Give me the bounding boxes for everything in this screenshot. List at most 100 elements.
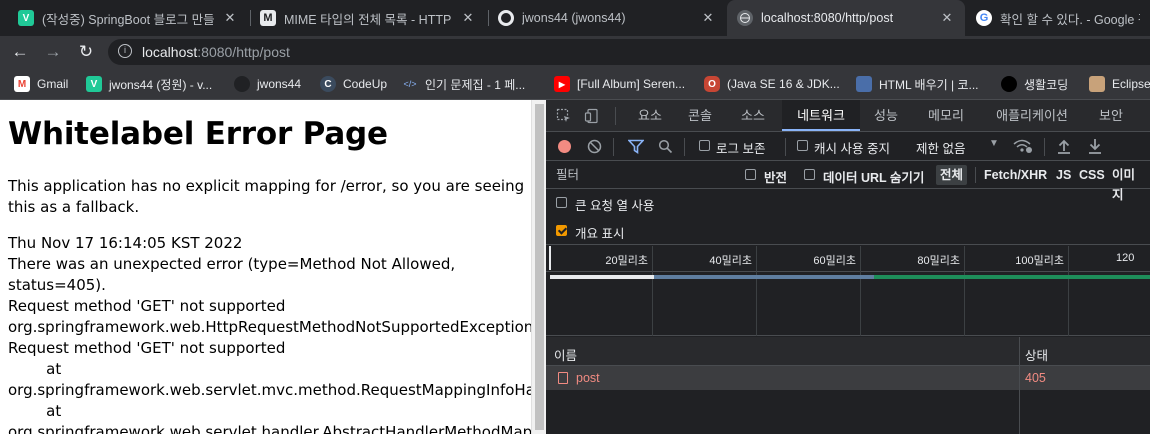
bookmark-programmers[interactable]: </> 인기 문제집 - 1 페... (402, 76, 525, 92)
circle-icon (1001, 76, 1017, 92)
close-icon[interactable]: ✕ (460, 10, 476, 26)
import-har-icon[interactable] (1057, 138, 1071, 157)
close-icon[interactable]: ✕ (700, 10, 716, 26)
velog-icon: V (86, 76, 102, 92)
device-toolbar-icon[interactable] (584, 108, 600, 127)
show-overview-checkbox[interactable] (556, 225, 567, 236)
devtools-panel: 요소 콘솔 소스 네트워크 성능 메모리 애플리케이션 보안 로그 보존 캐시 … (546, 100, 1150, 434)
tab-title: MIME 타입의 전체 목록 - HTTP (284, 12, 452, 27)
bookmark-eclipse[interactable]: Eclipse (1089, 76, 1150, 92)
tab-network[interactable]: 네트워크 (782, 100, 860, 131)
browser-toolbar: ← → ↻ i localhost:8080/http/post (0, 36, 1150, 68)
stacktrace-line: Request method 'GET' not supported (8, 339, 286, 357)
stacktrace-line: org.springframework.web.HttpRequestMetho… (8, 318, 531, 336)
forward-arrow-icon[interactable]: → (41, 40, 65, 64)
bookmark-youtube[interactable]: ▶ [Full Album] Seren... (554, 76, 685, 92)
tick-label: 80밀리초 (917, 255, 960, 267)
throttle-select[interactable]: 제한 없음 (916, 138, 965, 157)
address-bar[interactable]: i localhost:8080/http/post (108, 39, 1150, 65)
stacktrace-line: org.springframework.web.servlet.mvc.meth… (8, 381, 531, 399)
search-icon[interactable] (658, 139, 673, 157)
url-text: localhost:8080/http/post (142, 44, 290, 60)
scrollbar-thumb[interactable] (535, 104, 544, 430)
bookmark-gmail[interactable]: M Gmail (14, 76, 68, 92)
tab-title: jwons44 (jwons44) (522, 11, 626, 25)
preserve-log-label: 로그 보존 (716, 142, 766, 156)
timing-bar-download (874, 275, 1150, 279)
tab-sources[interactable]: 소스 (726, 100, 780, 131)
filter-all[interactable]: 전체 (936, 165, 968, 185)
big-request-rows-label: 큰 요청 열 사용 (575, 199, 655, 213)
tab-security[interactable]: 보안 (1086, 100, 1136, 131)
tab-title: (작성중) SpringBoot 블로그 만들 (42, 12, 215, 27)
close-icon[interactable]: ✕ (939, 10, 955, 26)
page-title: Whitelabel Error Page (8, 116, 388, 152)
filter-bar: 반전 데이터 URL 숨기기 전체 Fetch/XHR JS CSS 이미지 (546, 161, 1150, 202)
filter-fetch-xhr[interactable]: Fetch/XHR (980, 165, 1051, 185)
column-name-header[interactable]: 이름 (554, 345, 577, 364)
bookmark-label: jwons44 (정원) - v... (109, 77, 213, 92)
bookmark-opentutorials[interactable]: 생활코딩 (1001, 76, 1068, 92)
close-icon[interactable]: ✕ (222, 10, 238, 26)
filter-icon[interactable] (627, 139, 645, 157)
chevron-down-icon[interactable]: ▼ (989, 138, 999, 149)
request-name: post (576, 371, 600, 385)
tab-elements[interactable]: 요소 (626, 100, 674, 131)
browser-tab-2[interactable]: M MIME 타입의 전체 목록 - HTTP ✕ (250, 0, 486, 36)
bookmark-github[interactable]: jwons44 (234, 76, 301, 92)
inspect-element-icon[interactable] (556, 108, 572, 127)
options-row-big-rows: 큰 요청 열 사용 (546, 189, 1150, 217)
filter-css[interactable]: CSS (1075, 165, 1109, 185)
bookmark-velog[interactable]: V jwons44 (정원) - v... (86, 76, 212, 92)
stacktrace-line: at (8, 402, 62, 420)
network-conditions-icon[interactable] (1013, 138, 1033, 157)
bookmark-codeup[interactable]: C CodeUp (320, 76, 387, 92)
browser-tab-1[interactable]: V (작성중) SpringBoot 블로그 만들 ✕ (8, 0, 248, 36)
error-text: status=405). (8, 276, 106, 294)
page-viewport: Whitelabel Error Page This application h… (0, 100, 531, 434)
hide-data-urls-checkbox[interactable] (804, 169, 815, 180)
url-host: localhost (142, 44, 198, 60)
bookmark-oracle[interactable]: O (Java SE 16 & JDK... (704, 76, 840, 92)
tick-label: 20밀리초 (605, 255, 648, 267)
stacktrace-line: at (8, 360, 62, 378)
page-scrollbar[interactable] (531, 100, 546, 434)
disable-cache-label: 캐시 사용 중지 (814, 142, 890, 156)
tab-console[interactable]: 콘솔 (676, 100, 724, 131)
tab-performance[interactable]: 성능 (862, 100, 910, 131)
filter-input[interactable] (550, 165, 732, 185)
request-row[interactable]: post 405 (546, 366, 1150, 390)
browser-tab-4-active[interactable]: localhost:8080/http/post ✕ (727, 0, 965, 36)
info-icon[interactable]: i (118, 44, 132, 58)
filter-js[interactable]: JS (1052, 165, 1075, 185)
reload-icon[interactable]: ↻ (74, 40, 98, 64)
column-status-header[interactable]: 상태 (1025, 345, 1048, 364)
tab-application[interactable]: 애플리케이션 (982, 100, 1082, 131)
timing-bar-queue (550, 275, 654, 279)
big-request-rows-checkbox[interactable] (556, 197, 567, 208)
devtools-tabbar: 요소 콘솔 소스 네트워크 성능 메모리 애플리케이션 보안 (546, 100, 1150, 132)
tab-strip: V (작성중) SpringBoot 블로그 만들 ✕ M MIME 타입의 전… (0, 0, 1150, 36)
gmail-icon: M (14, 76, 30, 92)
invert-checkbox[interactable] (745, 169, 756, 180)
record-icon[interactable] (558, 140, 571, 153)
browser-tab-5[interactable]: G 확인 할 수 있다. - Google 검 (966, 0, 1150, 36)
export-har-icon[interactable] (1088, 138, 1102, 157)
preserve-log-checkbox[interactable] (699, 140, 710, 151)
document-icon (558, 372, 568, 384)
column-divider[interactable] (1019, 337, 1020, 434)
url-path: :8080/http/post (197, 44, 290, 60)
browser-tab-3[interactable]: jwons44 (jwons44) ✕ (488, 0, 726, 36)
mdn-icon: M (260, 10, 276, 26)
request-status: 405 (1025, 371, 1046, 385)
avatar-icon (1089, 76, 1105, 92)
clear-icon[interactable] (587, 139, 602, 157)
back-arrow-icon[interactable]: ← (8, 40, 32, 64)
page-icon (856, 76, 872, 92)
github-icon (234, 76, 250, 92)
disable-cache-checkbox[interactable] (797, 140, 808, 151)
filter-img[interactable]: 이미지 (1108, 165, 1150, 202)
tab-memory[interactable]: 메모리 (916, 100, 976, 131)
bookmark-html[interactable]: HTML 배우기 | 코... (856, 76, 979, 92)
network-overview-timeline[interactable]: 20밀리초 40밀리초 60밀리초 80밀리초 100밀리초 120 (546, 246, 1150, 336)
